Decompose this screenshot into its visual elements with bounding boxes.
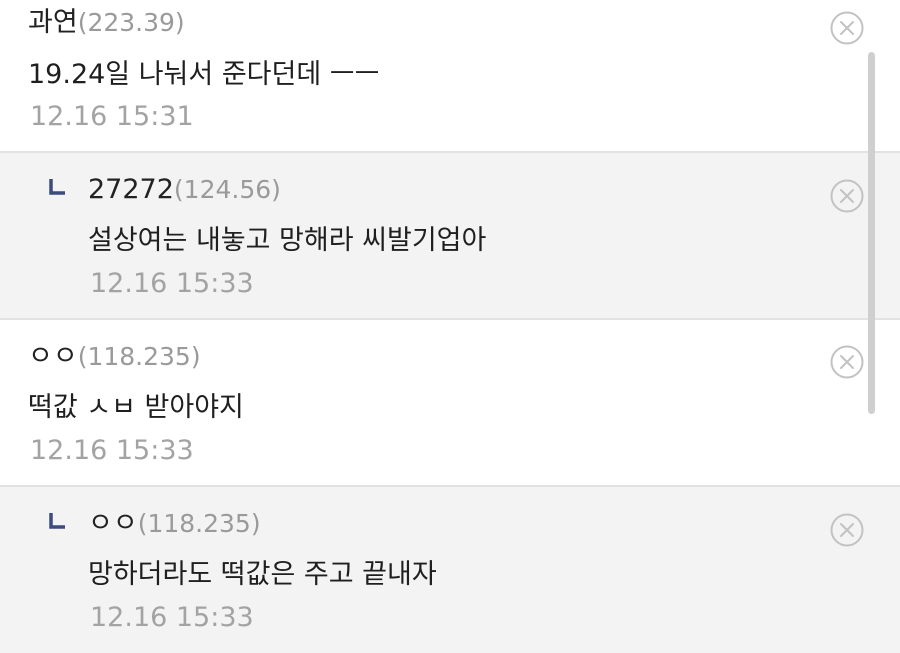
comment-text: 떡값 ㅅㅂ 받아야지 — [28, 392, 244, 423]
comment-author[interactable]: ㅇㅇ — [88, 508, 138, 539]
comment-header: ㅇㅇ(118.235) — [28, 339, 201, 375]
reply-arrow-icon — [49, 513, 65, 529]
delete-icon[interactable] — [830, 513, 864, 547]
comment-item: ㅇㅇ(118.235) 떡값 ㅅㅂ 받아야지 12.16 15:33 — [0, 320, 900, 487]
comment-header: 과연(223.39) — [28, 5, 185, 41]
comment-author[interactable]: ㅇㅇ — [28, 341, 78, 372]
reply-arrow-icon — [49, 179, 65, 195]
comment-header: 27272(124.56) — [88, 172, 281, 208]
comment-ip: (118.235) — [77, 342, 201, 371]
comment-ip: (124.56) — [173, 175, 281, 204]
comment-timestamp: 12.16 15:33 — [30, 435, 194, 466]
comment-ip: (223.39) — [77, 8, 185, 37]
comment-text: 망하더라도 떡값은 주고 끝내자 — [88, 559, 437, 590]
scrollbar[interactable] — [868, 52, 875, 414]
reply-item: ㅇㅇ(118.235) 망하더라도 떡값은 주고 끝내자 12.16 15:33 — [0, 487, 900, 653]
comment-text: 설상여는 내놓고 망해라 씨발기업아 — [88, 225, 487, 256]
comment-item: 과연(223.39) 19.24일 나눠서 준다던데 ㅡㅡ 12.16 15:3… — [0, 0, 900, 153]
comment-timestamp: 12.16 15:33 — [90, 268, 254, 299]
comment-text: 19.24일 나눠서 준다던데 ㅡㅡ — [28, 59, 380, 90]
comment-header: ㅇㅇ(118.235) — [88, 506, 261, 542]
reply-item: 27272(124.56) 설상여는 내놓고 망해라 씨발기업아 12.16 1… — [0, 153, 900, 320]
comment-list: 과연(223.39) 19.24일 나눠서 준다던데 ㅡㅡ 12.16 15:3… — [0, 0, 900, 653]
comment-timestamp: 12.16 15:33 — [90, 602, 254, 633]
delete-icon[interactable] — [830, 179, 864, 213]
comment-ip: (118.235) — [137, 509, 261, 538]
delete-icon[interactable] — [830, 345, 864, 379]
delete-icon[interactable] — [830, 11, 864, 45]
comment-author[interactable]: 27272 — [88, 174, 174, 205]
comment-author[interactable]: 과연 — [28, 7, 78, 38]
comment-timestamp: 12.16 15:31 — [30, 101, 194, 132]
